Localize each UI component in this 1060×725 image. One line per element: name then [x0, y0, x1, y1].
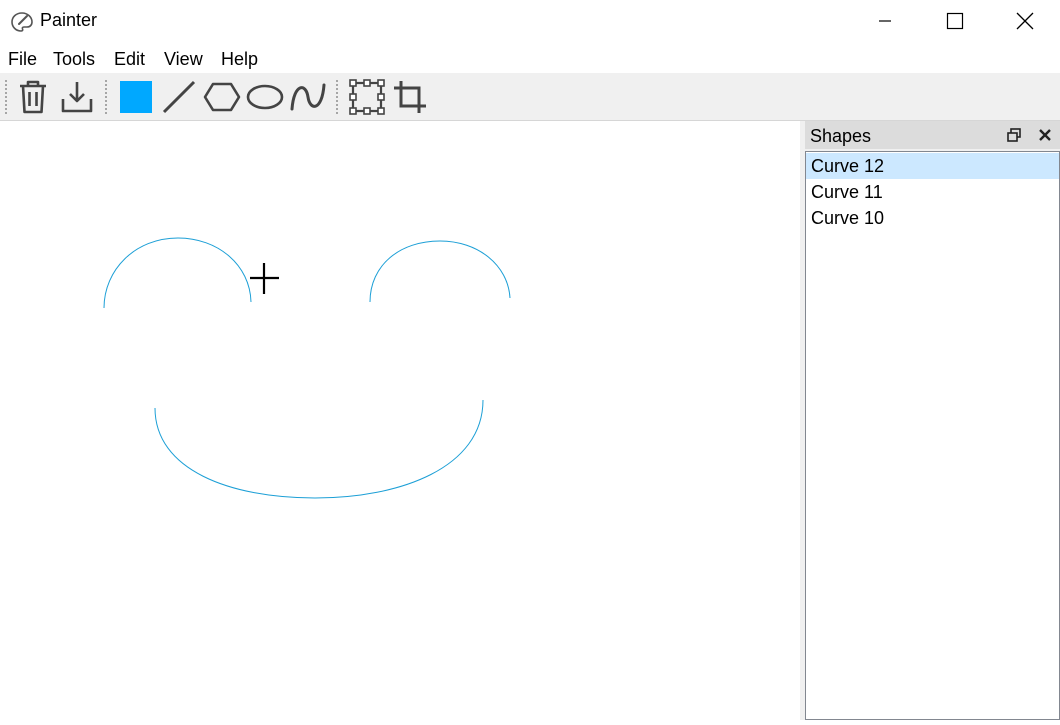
save-button[interactable]: [57, 77, 97, 117]
toolbar: [0, 73, 1060, 121]
toolbar-grip[interactable]: [104, 79, 108, 115]
title-bar: Painter: [0, 0, 1060, 42]
fill-color-button[interactable]: [116, 77, 156, 117]
shape-curve-10[interactable]: [103, 237, 252, 309]
list-item[interactable]: Curve 10: [806, 205, 1059, 231]
line-tool-button[interactable]: [159, 77, 199, 117]
shapes-list[interactable]: Curve 12 Curve 11 Curve 10: [805, 151, 1060, 720]
close-icon: [1016, 12, 1034, 30]
maximize-button[interactable]: [920, 0, 990, 42]
polygon-tool-button[interactable]: [202, 77, 242, 117]
toolbar-grip[interactable]: [4, 79, 8, 115]
drawing-canvas[interactable]: [0, 121, 800, 720]
crop-tool-button[interactable]: [390, 77, 430, 117]
select-icon: [349, 79, 385, 115]
window-title: Painter: [40, 10, 98, 30]
shapes-panel-header: Shapes: [805, 121, 1060, 149]
crosshair-cursor: [250, 263, 279, 294]
trash-icon: [20, 80, 46, 114]
menu-edit[interactable]: Edit: [114, 49, 145, 70]
curve-tool-button[interactable]: [288, 77, 328, 117]
line-icon: [162, 80, 196, 114]
menu-help[interactable]: Help: [221, 49, 258, 70]
minimize-button[interactable]: [850, 0, 920, 42]
list-item[interactable]: Curve 12: [806, 153, 1059, 179]
toolbar-grip[interactable]: [335, 79, 339, 115]
menu-view[interactable]: View: [164, 49, 203, 70]
fill-color-swatch: [120, 81, 152, 113]
ellipse-tool-button[interactable]: [245, 77, 285, 117]
canvas-drawing: [103, 237, 511, 499]
shape-curve-12[interactable]: [154, 399, 484, 499]
shape-curve-11[interactable]: [369, 240, 511, 303]
menu-file[interactable]: File: [8, 49, 37, 70]
maximize-icon: [946, 12, 964, 30]
close-button[interactable]: [990, 0, 1060, 42]
crop-icon: [394, 81, 426, 113]
minimize-icon: [879, 20, 891, 22]
close-icon[interactable]: [1037, 127, 1053, 143]
delete-button[interactable]: [13, 77, 53, 117]
palette-icon: [11, 12, 33, 32]
list-item[interactable]: Curve 11: [806, 179, 1059, 205]
shapes-panel-title: Shapes: [810, 126, 872, 146]
polygon-icon: [203, 82, 241, 112]
menu-bar: File Tools Edit View Help: [0, 44, 1060, 73]
ellipse-icon: [246, 84, 284, 110]
curve-icon: [290, 83, 326, 111]
float-icon[interactable]: [1007, 128, 1021, 142]
save-icon: [61, 82, 93, 113]
shapes-panel: Shapes Curve 12 Curve 11 Curve 10: [805, 121, 1060, 720]
menu-tools[interactable]: Tools: [53, 49, 95, 70]
select-tool-button[interactable]: [347, 77, 387, 117]
